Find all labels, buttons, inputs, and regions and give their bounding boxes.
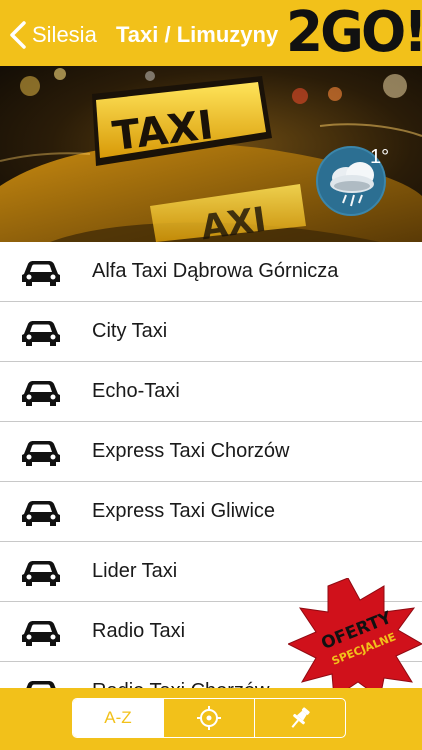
list-item-label: Lider Taxi [92,560,178,582]
list-item-label: City Taxi [92,320,168,342]
bottom-toolbar: A-Z [0,688,422,750]
car-icon [22,381,60,406]
app-logo: 2GO! [286,0,422,65]
list-item-label: Echo-Taxi [92,380,180,402]
car-icon [22,501,60,526]
list-item[interactable]: Alfa Taxi Dąbrowa Górnicza [0,242,422,302]
tab-a-z[interactable]: A-Z [73,699,164,737]
special-offers-badge[interactable]: OFERTY SPECJALNE [286,577,422,699]
list-item-label: Radio Taxi [92,620,186,642]
list-item[interactable]: City Taxi [0,302,422,362]
list-item[interactable]: Echo-Taxi [0,362,422,422]
car-icon [22,621,60,646]
back-button[interactable]: Silesia [8,18,97,52]
list-item[interactable]: Express Taxi Chorzów [0,422,422,482]
top-bar: Silesia Taxi / Limuzyny 2GO! [0,0,422,66]
list-item-label: Express Taxi Chorzów [92,440,290,462]
weather-temperature: 1° [370,146,390,168]
tab-nearby[interactable] [164,699,255,737]
car-icon [22,561,60,586]
tab-favorites[interactable] [255,699,345,737]
tab-a-z-label: A-Z [104,708,132,727]
list-item-label: Alfa Taxi Dąbrowa Górnicza [92,260,339,282]
starburst-icon: OFERTY SPECJALNE [286,577,422,699]
back-label: Silesia [32,22,97,47]
list-item[interactable]: Express Taxi Gliwice [0,482,422,542]
pin-icon [291,707,310,728]
locate-crosshair-icon [197,706,221,730]
car-icon [22,261,60,286]
page-title: Taxi / Limuzyny [116,22,279,47]
car-icon [22,321,60,346]
segmented-control: A-Z [72,698,346,738]
chevron-left-icon [10,21,26,49]
list-item-label: Express Taxi Gliwice [92,500,276,522]
car-icon [22,441,60,466]
